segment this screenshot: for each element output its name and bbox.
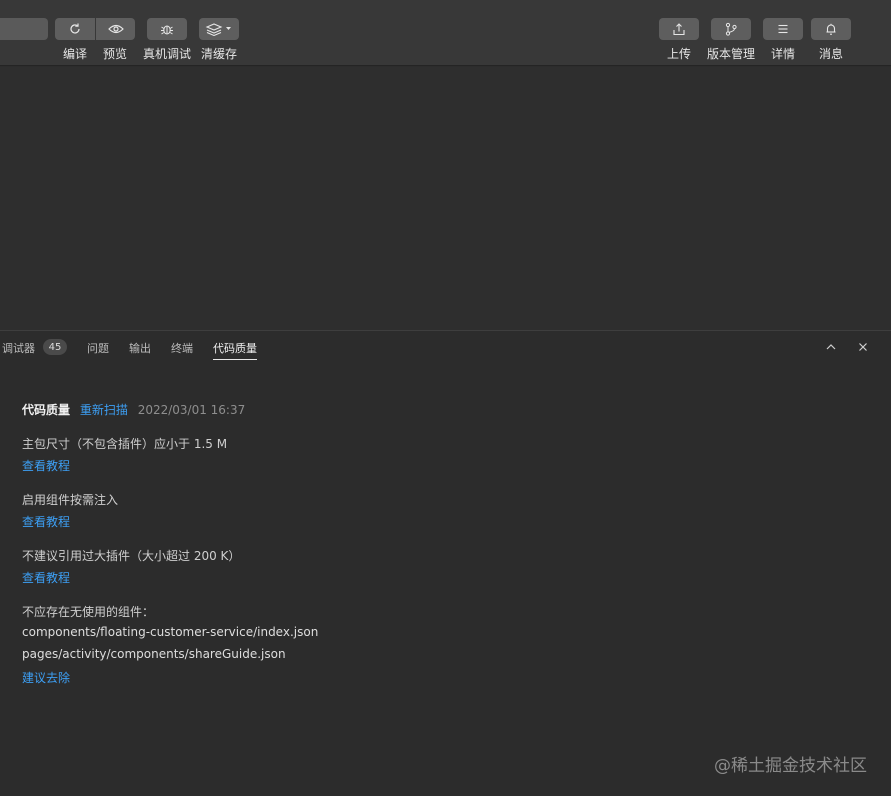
unused-file-path: pages/activity/components/shareGuide.jso… [22,647,286,661]
compile-mode-dropdown[interactable] [0,18,48,40]
chevron-up-icon [826,344,836,350]
issue-large-plugin: 不建议引用过大插件（大小超过 200 K） [22,549,241,563]
tab-output[interactable]: 输出 [129,340,151,356]
upload-icon [673,23,685,36]
active-tab-indicator [213,359,257,360]
messages-label: 消息 [819,47,844,61]
tab-debugger[interactable]: 调试器 [2,340,35,356]
report-title: 代码质量 [22,403,71,417]
issue-package-size: 主包尺寸（不包含插件）应小于 1.5 M [22,437,228,451]
tab-code-quality[interactable]: 代码质量 [213,340,257,356]
compile-label: 编译 [63,47,88,61]
layers-icon [205,23,231,36]
panel-tabs: 调试器 45 问题 输出 终端 代码质量 [0,331,891,363]
preview-label: 预览 [103,47,128,61]
close-icon [859,343,867,351]
scan-timestamp: 2022/03/01 16:37 [137,403,246,417]
version-control-label: 版本管理 [707,47,756,61]
issue-unused-components: 不应存在无使用的组件： [22,605,155,619]
tutorial-link-large-plugin[interactable]: 查看教程 [22,569,70,586]
clear-cache-label: 清缓存 [201,47,238,61]
toolbar: 编译 预览 真机调试 清缓存 上传 版本管理 详情 消息 [0,0,891,66]
editor-area [0,67,891,330]
device-debug-button[interactable] [147,18,187,40]
watermark: @稀土掘金技术社区 [714,756,867,776]
bottom-panel: 调试器 45 问题 输出 终端 代码质量 代码质量 重新扫描 2022/03/0… [0,330,891,796]
issue-lazy-injection: 启用组件按需注入 [22,493,119,507]
close-panel-button[interactable] [856,340,870,354]
compile-button[interactable] [55,18,95,40]
report-header: 代码质量 重新扫描 2022/03/01 16:37 [22,401,245,418]
details-label: 详情 [771,47,796,61]
rescan-link[interactable]: 重新扫描 [80,403,128,417]
tutorial-link-lazy-injection[interactable]: 查看教程 [22,513,70,530]
tab-terminal[interactable]: 终端 [171,340,193,356]
debugger-count-badge: 45 [43,339,67,355]
menu-icon [778,24,788,34]
bell-icon [826,23,836,35]
bug-icon [161,25,173,35]
details-button[interactable] [763,18,803,40]
unused-file-path: components/floating-customer-service/ind… [22,625,319,639]
tab-problems[interactable]: 问题 [87,340,109,356]
version-control-button[interactable] [711,18,751,40]
caret-down-icon [9,24,39,34]
collapse-panel-button[interactable] [824,340,838,354]
branch-icon [725,22,737,36]
refresh-icon [70,23,80,34]
device-debug-label: 真机调试 [143,47,192,61]
clear-cache-button[interactable] [199,18,239,40]
messages-button[interactable] [811,18,851,40]
upload-label: 上传 [667,47,692,61]
remove-suggestion-link[interactable]: 建议去除 [22,669,70,686]
eye-icon [107,24,124,34]
tutorial-link-package-size[interactable]: 查看教程 [22,457,70,474]
upload-button[interactable] [659,18,699,40]
preview-button[interactable] [96,18,135,40]
